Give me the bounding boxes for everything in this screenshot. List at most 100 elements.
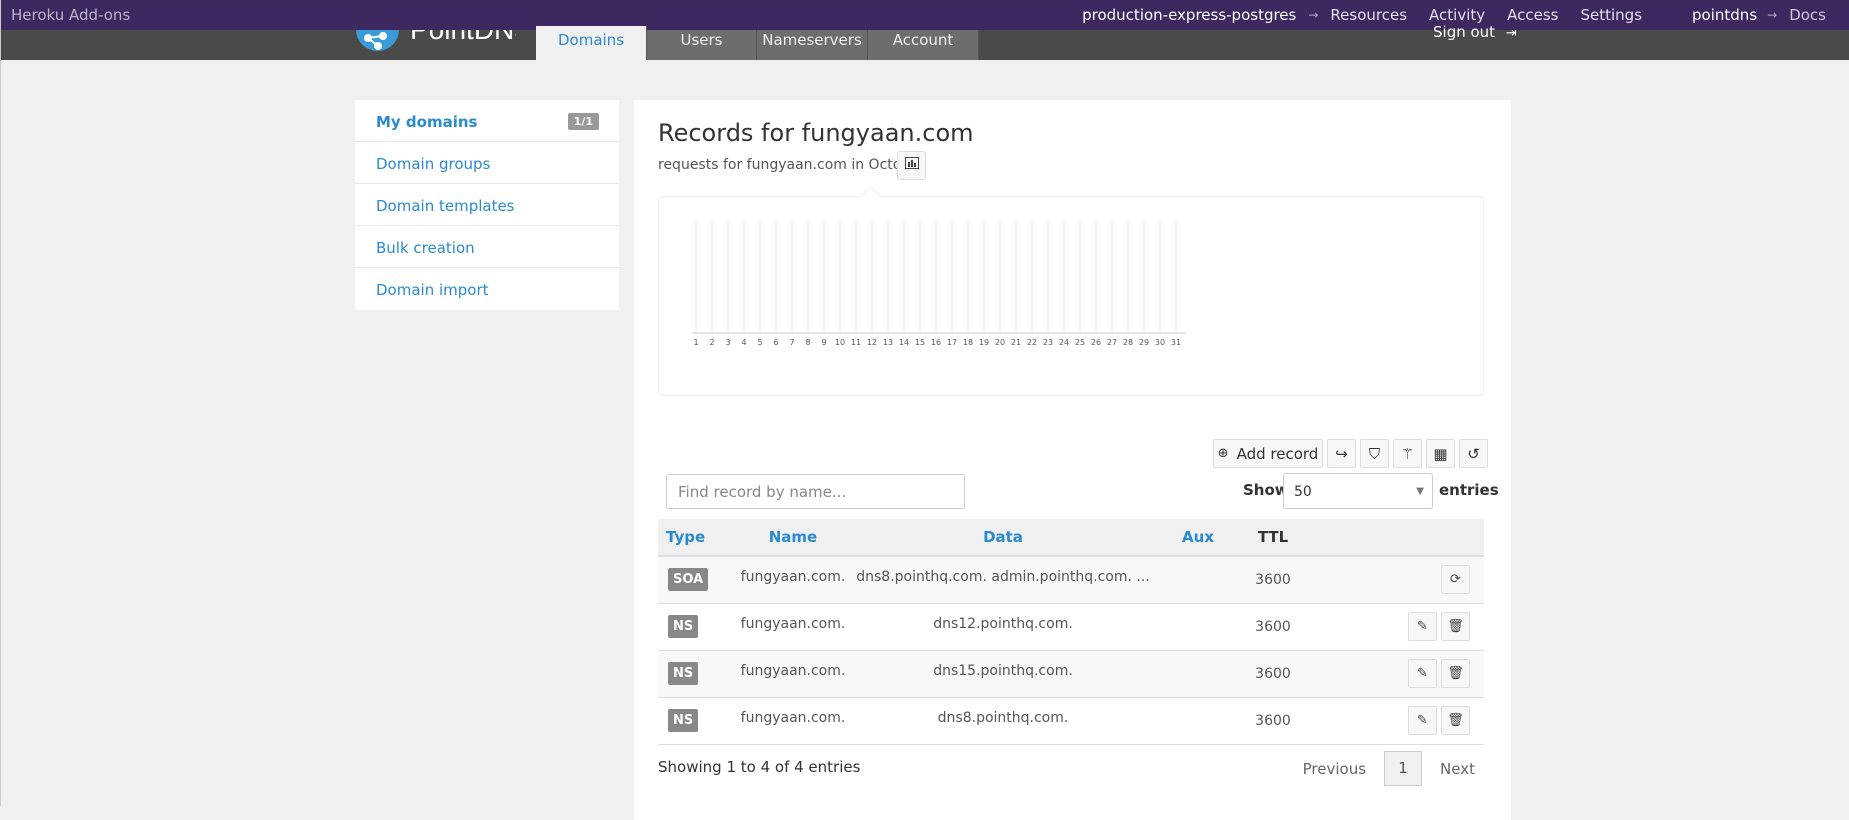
chart-tick-label: 11 (851, 338, 861, 347)
plus-circle-icon: ⊕ (1217, 446, 1229, 461)
chart-tick-label: 12 (867, 338, 877, 347)
current-page-button[interactable]: 1 (1384, 751, 1423, 786)
requests-chart: 1 2 3 4 5 6 7 8 9 10 11 12 13 14 15 16 17 18 19 20 21 22 23 24 2… (658, 186, 1484, 396)
app-name-link[interactable]: production-express-postgres (1082, 6, 1296, 24)
table-icon: ▦ (1433, 444, 1448, 463)
sidebar-item-domain-groups[interactable]: Domain groups (355, 142, 619, 184)
logo-icon (356, 30, 399, 51)
share-button[interactable]: ↪ (1327, 439, 1356, 468)
pencil-icon: ✎ (1417, 619, 1428, 634)
trash-icon: 🗑 (1447, 666, 1464, 681)
shield-button[interactable]: ⛉ (1360, 439, 1389, 468)
edit-record-button[interactable]: ✎ (1408, 659, 1437, 688)
delete-record-button[interactable]: 🗑 (1441, 659, 1470, 688)
chart-subtitle: requests for fungyaan.com in October (658, 157, 925, 173)
tab-domains[interactable]: Domains (536, 26, 647, 60)
records-table: Type Name Data Aux TTL SOA fungyaan.com.… (658, 519, 1484, 745)
tab-account[interactable]: Account (868, 30, 979, 60)
delete-record-button[interactable]: 🗑 (1441, 706, 1470, 735)
trash-icon: 🗑 (1447, 619, 1464, 634)
bar-chart-icon (904, 157, 919, 173)
chart-tick-label: 23 (1043, 338, 1053, 347)
entries-info: Showing 1 to 4 of 4 entries (658, 758, 861, 776)
chart-tick-label: 18 (963, 338, 973, 347)
record-data: dns12.pointhq.com. (933, 615, 1073, 632)
add-record-button[interactable]: ⊕ Add record (1213, 439, 1323, 468)
resources-link[interactable]: Resources (1330, 6, 1407, 24)
table-header-row: Type Name Data Aux TTL (658, 519, 1484, 557)
record-search-input[interactable] (666, 474, 965, 509)
record-type-badge: NS (668, 662, 699, 685)
chart-tick-label: 21 (1011, 338, 1021, 347)
chart-tick-label: 26 (1091, 338, 1101, 347)
record-ttl: 3600 (1255, 618, 1291, 635)
chart-tick-label: 10 (835, 338, 845, 347)
record-name: fungyaan.com. (740, 615, 846, 632)
pointdns-logo[interactable]: PointDNS (356, 30, 516, 53)
records-toolbar: ⊕ Add record ↪ ⛉ ⚚ ▦ ↺ (1209, 439, 1488, 468)
column-header-aux[interactable]: Aux (1158, 519, 1238, 557)
tab-nameservers[interactable]: Nameservers (757, 30, 868, 60)
column-header-name[interactable]: Name (738, 519, 848, 557)
sidebar-item-domain-templates[interactable]: Domain templates (355, 184, 619, 226)
arrow-icon: → (1308, 8, 1319, 22)
chart-tick-label: 13 (883, 338, 893, 347)
sidebar-item-bulk-creation[interactable]: Bulk creation (355, 226, 619, 268)
chart-tick-label: 8 (805, 338, 810, 347)
page-size-select[interactable]: 50 ▼ (1283, 473, 1433, 509)
column-header-type[interactable]: Type (658, 519, 738, 557)
heroku-addons-link[interactable]: Heroku Add-ons (11, 6, 130, 24)
magic-wand-button[interactable]: ⚚ (1393, 439, 1422, 468)
delete-record-button[interactable]: 🗑 (1441, 612, 1470, 641)
sidebar-item-my-domains[interactable]: My domains 1/1 (355, 100, 619, 142)
chart-tick-label: 22 (1027, 338, 1037, 347)
edit-record-button[interactable]: ✎ (1408, 612, 1437, 641)
record-type-badge: NS (668, 709, 699, 732)
table-row: NS fungyaan.com. dns12.pointhq.com. 3600… (658, 603, 1484, 650)
record-aux (1158, 556, 1238, 603)
sidebar-item-label: My domains (376, 113, 478, 131)
sidebar-item-label: Bulk creation (376, 239, 475, 257)
access-link[interactable]: Access (1507, 6, 1558, 24)
sidebar-item-label: Domain groups (376, 155, 491, 173)
settings-link[interactable]: Settings (1581, 6, 1643, 24)
sidebar-item-domain-import[interactable]: Domain import (355, 268, 619, 310)
table-view-button[interactable]: ▦ (1426, 439, 1455, 468)
chart-tick-label: 14 (899, 338, 909, 347)
page-size-value: 50 (1294, 484, 1312, 500)
docs-link[interactable]: Docs (1789, 6, 1826, 24)
record-type-badge: NS (668, 615, 699, 638)
chart-toggle-button[interactable] (897, 151, 926, 180)
previous-page-button[interactable]: Previous (1289, 760, 1380, 778)
shield-icon: ⛉ (1368, 444, 1381, 463)
column-header-actions (1308, 519, 1484, 557)
magic-wand-icon: ⚚ (1400, 444, 1415, 463)
record-name: fungyaan.com. (740, 709, 846, 726)
record-ttl: 3600 (1255, 712, 1291, 729)
record-ttl: 3600 (1255, 571, 1291, 588)
refresh-record-button[interactable]: ⟳ (1441, 565, 1470, 595)
activity-link[interactable]: Activity (1429, 6, 1485, 24)
record-ttl: 3600 (1255, 665, 1291, 682)
domain-count-badge: 1/1 (567, 113, 599, 130)
sign-out-link[interactable]: Sign out ⇥ (1433, 23, 1517, 41)
table-row: NS fungyaan.com. dns15.pointhq.com. 3600… (658, 650, 1484, 697)
column-header-data[interactable]: Data (848, 519, 1158, 557)
addon-name-link[interactable]: pointdns (1692, 6, 1757, 24)
heroku-nav: production-express-postgres → Resources … (1082, 6, 1849, 24)
pagination: Previous 1 Next (1289, 751, 1489, 786)
tab-users[interactable]: Users (647, 30, 757, 60)
chart-tick-label: 16 (931, 338, 941, 347)
table-row: SOA fungyaan.com. dns8.pointhq.com. admi… (658, 556, 1484, 603)
next-page-button[interactable]: Next (1426, 760, 1489, 778)
reset-button[interactable]: ↺ (1459, 439, 1488, 468)
edit-record-button[interactable]: ✎ (1408, 706, 1437, 735)
record-data: dns15.pointhq.com. (933, 662, 1073, 679)
chart-tick-label: 17 (947, 338, 957, 347)
record-name: fungyaan.com. (740, 662, 846, 679)
record-data: dns8.pointhq.com. (937, 709, 1069, 726)
sign-out-label: Sign out (1433, 23, 1496, 41)
record-data: dns8.pointhq.com. admin.pointhq.com. ... (856, 569, 1150, 585)
record-name: fungyaan.com. (740, 569, 846, 585)
chart-tick-label: 24 (1059, 338, 1069, 347)
